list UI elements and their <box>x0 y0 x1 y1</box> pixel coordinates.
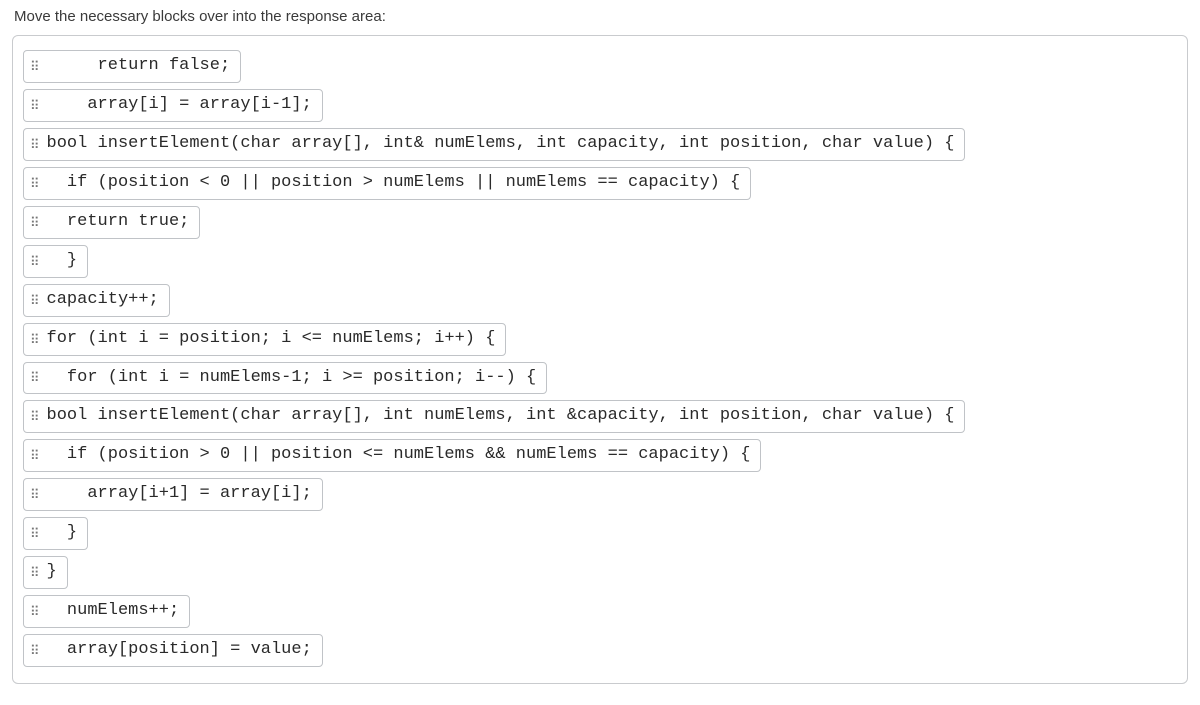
code-block[interactable]: ⠿ capacity++; <box>23 284 170 317</box>
code-text: numElems++; <box>47 600 180 623</box>
code-block[interactable]: ⠿ } <box>23 556 68 589</box>
drag-handle-icon: ⠿ <box>30 527 41 540</box>
drag-handle-icon: ⠿ <box>30 449 41 462</box>
code-text: return true; <box>47 211 190 234</box>
drag-handle-icon: ⠿ <box>30 333 41 346</box>
drag-handle-icon: ⠿ <box>30 488 41 501</box>
code-block[interactable]: ⠿ bool insertElement(char array[], int n… <box>23 400 965 433</box>
code-block[interactable]: ⠿ for (int i = numElems-1; i >= position… <box>23 362 547 395</box>
code-block[interactable]: ⠿ return true; <box>23 206 200 239</box>
drag-handle-icon: ⠿ <box>30 410 41 423</box>
code-block[interactable]: ⠿ bool insertElement(char array[], int& … <box>23 128 965 161</box>
drag-handle-icon: ⠿ <box>30 371 41 384</box>
code-block[interactable]: ⠿ } <box>23 245 88 278</box>
code-text: for (int i = position; i <= numElems; i+… <box>47 328 496 351</box>
code-block[interactable]: ⠿ for (int i = position; i <= numElems; … <box>23 323 506 356</box>
drag-handle-icon: ⠿ <box>30 138 41 151</box>
code-text: capacity++; <box>47 289 159 312</box>
response-area[interactable]: ⠿ return false; ⠿ array[i] = array[i-1];… <box>12 35 1188 684</box>
code-text: } <box>47 561 57 584</box>
code-block[interactable]: ⠿ array[i] = array[i-1]; <box>23 89 323 122</box>
code-block[interactable]: ⠿ if (position > 0 || position <= numEle… <box>23 439 761 472</box>
instruction-text: Move the necessary blocks over into the … <box>14 8 1188 25</box>
code-block[interactable]: ⠿ } <box>23 517 88 550</box>
code-block[interactable]: ⠿ if (position < 0 || position > numElem… <box>23 167 751 200</box>
code-block[interactable]: ⠿ numElems++; <box>23 595 190 628</box>
code-text: for (int i = numElems-1; i >= position; … <box>47 367 537 390</box>
code-text: if (position < 0 || position > numElems … <box>47 172 741 195</box>
drag-handle-icon: ⠿ <box>30 177 41 190</box>
code-block[interactable]: ⠿ array[position] = value; <box>23 634 323 667</box>
drag-handle-icon: ⠿ <box>30 60 41 73</box>
code-text: array[position] = value; <box>47 639 312 662</box>
drag-handle-icon: ⠿ <box>30 605 41 618</box>
code-block[interactable]: ⠿ array[i+1] = array[i]; <box>23 478 323 511</box>
code-block[interactable]: ⠿ return false; <box>23 50 241 83</box>
code-text: array[i+1] = array[i]; <box>47 483 312 506</box>
drag-handle-icon: ⠿ <box>30 644 41 657</box>
code-text: bool insertElement(char array[], int num… <box>47 405 955 428</box>
code-text: if (position > 0 || position <= numElems… <box>47 444 751 467</box>
drag-handle-icon: ⠿ <box>30 99 41 112</box>
code-text: bool insertElement(char array[], int& nu… <box>47 133 955 156</box>
code-text: } <box>47 250 78 273</box>
drag-handle-icon: ⠿ <box>30 566 41 579</box>
code-text: } <box>47 522 78 545</box>
code-text: return false; <box>47 55 231 78</box>
code-text: array[i] = array[i-1]; <box>47 94 312 117</box>
drag-handle-icon: ⠿ <box>30 255 41 268</box>
drag-handle-icon: ⠿ <box>30 216 41 229</box>
drag-handle-icon: ⠿ <box>30 294 41 307</box>
